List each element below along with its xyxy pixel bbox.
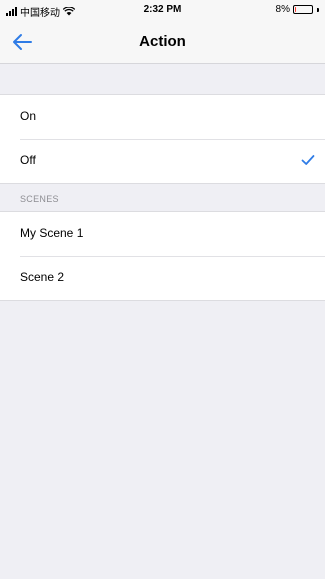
battery-icon	[293, 5, 313, 14]
battery-cap	[317, 7, 319, 12]
scene-label: My Scene 1	[20, 226, 84, 240]
action-options-list: On Off	[0, 94, 325, 184]
navigation-bar: Action	[0, 20, 325, 64]
status-bar: 中国移动 2:32 PM 8%	[0, 0, 325, 20]
scene-label: Scene 2	[20, 270, 65, 284]
status-bar-right: 8%	[276, 4, 319, 15]
option-label: Off	[20, 153, 36, 167]
battery-percent: 8%	[275, 4, 290, 15]
section-header-scenes: SCENES	[0, 184, 325, 211]
battery-level-fill	[295, 7, 296, 12]
top-spacer	[0, 64, 325, 94]
scenes-list: My Scene 1 Scene 2	[0, 211, 325, 301]
checkmark-icon	[301, 155, 315, 165]
section-header-label: SCENES	[20, 194, 59, 204]
action-option-off[interactable]: Off	[0, 139, 325, 183]
action-option-on[interactable]: On	[0, 95, 325, 139]
page-title: Action	[139, 33, 186, 50]
option-label: On	[20, 109, 37, 123]
scene-item-my-scene-1[interactable]: My Scene 1	[0, 212, 325, 256]
scene-item-scene-2[interactable]: Scene 2	[0, 256, 325, 300]
